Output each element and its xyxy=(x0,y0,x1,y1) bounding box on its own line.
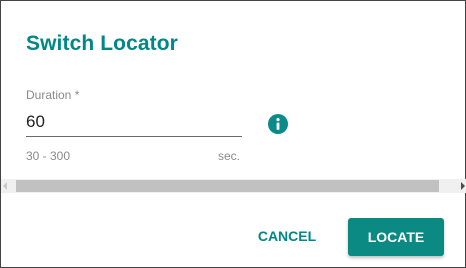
switch-locator-dialog: Switch Locator Duration * 30 - 300 sec. … xyxy=(0,0,466,268)
duration-unit-hint: sec. xyxy=(218,149,241,163)
scroll-left-arrow-icon[interactable] xyxy=(3,182,7,190)
scroll-right-arrow-icon[interactable] xyxy=(461,182,465,190)
info-icon[interactable] xyxy=(268,114,288,134)
info-glyph xyxy=(276,118,280,130)
duration-label: Duration * xyxy=(26,88,80,102)
horizontal-scrollbar[interactable] xyxy=(1,179,466,193)
scrollbar-thumb[interactable] xyxy=(16,180,439,192)
duration-input[interactable] xyxy=(26,107,242,137)
dialog-title: Switch Locator xyxy=(26,32,178,55)
cancel-button[interactable]: CANCEL xyxy=(246,221,328,251)
duration-range-hint: 30 - 300 xyxy=(26,149,71,163)
locate-button[interactable]: LOCATE xyxy=(348,218,444,256)
